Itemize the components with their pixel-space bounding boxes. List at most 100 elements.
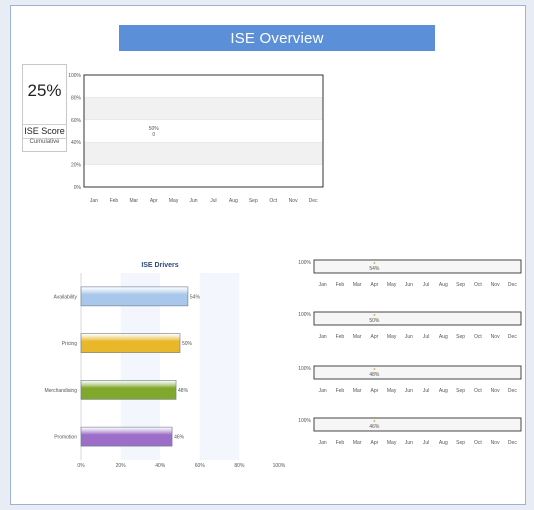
dashboard-frame: ISE Overview 25% ISE Score Cumulative 0%… — [10, 5, 526, 505]
x-tick-label: Jul — [423, 388, 429, 394]
x-tick-label: Mar — [129, 198, 138, 204]
promotion-trend-chart: 100% Jan Feb Mar Apr May Jun Jul Aug Sep Oct Nov Dec… — [298, 417, 522, 446]
value-label: 54% — [190, 294, 201, 300]
category-label: Pricing — [62, 341, 78, 347]
x-tick-label: Jul — [423, 282, 429, 288]
x-tick-label: Aug — [439, 388, 448, 394]
y-max-label: 100% — [298, 418, 311, 424]
grid-band — [239, 273, 279, 460]
grid-band — [84, 97, 323, 120]
x-tick-label: May — [387, 388, 397, 394]
data-label: 46% — [369, 424, 380, 430]
grid-band — [84, 142, 323, 165]
x-tick-label: Jan — [319, 388, 327, 394]
x-tick-label: May — [387, 282, 397, 288]
x-tick-label: May — [387, 334, 397, 340]
x-tick-label: Jun — [405, 334, 413, 340]
x-tick-label: Apr — [150, 198, 158, 204]
y-max-label: 100% — [298, 260, 311, 266]
x-tick-label: Mar — [353, 440, 362, 446]
category-label: Promotion — [54, 435, 77, 441]
x-tick-label: Nov — [491, 282, 500, 288]
x-tick-label: Dec — [508, 388, 517, 394]
x-tick-label: Oct — [269, 198, 277, 204]
chart-title: ISE Drivers — [141, 262, 178, 269]
x-tick-label: Jul — [423, 334, 429, 340]
x-tick-label: Sep — [456, 334, 465, 340]
data-point — [373, 314, 376, 316]
x-tick-label: Sep — [249, 198, 258, 204]
x-tick-label: Jan — [90, 198, 98, 204]
x-tick-label: Apr — [370, 282, 378, 288]
x-tick-label: Oct — [474, 334, 482, 340]
x-tick-label: 60% — [195, 463, 206, 469]
data-label: 50% — [369, 318, 380, 324]
value-label: 46% — [174, 435, 185, 441]
x-tick-label: Aug — [229, 198, 238, 204]
data-point — [373, 420, 376, 422]
bar-merchandising — [80, 380, 177, 400]
ise-score-trend-chart: 0% 20% 40% 60% 80% 100% Jan Feb Mar Apr May Jun Jul A… — [68, 73, 324, 204]
x-tick-label: 20% — [116, 463, 127, 469]
x-tick-label: Feb — [336, 388, 345, 394]
x-tick-label: Jun — [405, 440, 413, 446]
x-tick-label: Nov — [289, 198, 298, 204]
x-tick-label: 40% — [155, 463, 166, 469]
bar-availability — [80, 286, 189, 307]
x-tick-label: Dec — [508, 334, 517, 340]
x-tick-label: 80% — [234, 463, 245, 469]
x-tick-label: Jul — [210, 198, 216, 204]
grid-band — [199, 273, 240, 460]
x-tick-label: Feb — [336, 334, 345, 340]
x-tick-label: Nov — [491, 334, 500, 340]
y-tick-label: 20% — [71, 163, 82, 169]
plot-border — [313, 259, 522, 274]
grid-band — [84, 75, 323, 98]
x-tick-label: Jan — [319, 440, 327, 446]
ise-score-value: 25% — [27, 81, 62, 100]
ise-score-label: ISE Score — [23, 124, 66, 139]
plot-border — [313, 417, 522, 432]
x-tick-label: Dec — [309, 198, 318, 204]
x-tick-label: Jun — [190, 198, 198, 204]
value-label: 50% — [182, 341, 193, 347]
merchandising-trend-chart: 100% Jan Feb Mar Apr May Jun Jul Aug Sep Oct Nov Dec… — [298, 365, 522, 394]
x-tick-label: Mar — [353, 334, 362, 340]
x-tick-label: Apr — [370, 440, 378, 446]
x-tick-label: Feb — [110, 198, 119, 204]
grid-band — [84, 119, 323, 143]
x-tick-label: Sep — [456, 440, 465, 446]
x-tick-label: Jun — [405, 282, 413, 288]
x-tick-label: Apr — [370, 388, 378, 394]
availability-trend-chart: 100% Jan Feb Mar Apr May Jun Jul Aug Sep Oct Nov Dec… — [298, 259, 522, 288]
x-tick-label: Mar — [353, 388, 362, 394]
x-tick-label: Mar — [353, 282, 362, 288]
x-tick-label: Jul — [423, 440, 429, 446]
y-tick-label: 0% — [74, 185, 82, 191]
x-tick-label: Feb — [336, 282, 345, 288]
x-tick-label: Oct — [474, 282, 482, 288]
x-tick-label: 100% — [273, 463, 286, 469]
data-label: 54% — [369, 266, 380, 272]
x-tick-label: 0% — [77, 463, 85, 469]
x-tick-label: Nov — [491, 388, 500, 394]
x-tick-label: Aug — [439, 440, 448, 446]
bar-pricing — [80, 333, 181, 353]
x-tick-label: Oct — [474, 440, 482, 446]
data-label: 48% — [369, 372, 380, 378]
x-tick-label: Dec — [508, 282, 517, 288]
y-max-label: 100% — [298, 312, 311, 318]
x-tick-label: Jun — [405, 388, 413, 394]
y-tick-label: 80% — [71, 95, 82, 101]
page-title: ISE Overview — [119, 25, 435, 51]
pricing-trend-chart: 100% Jan Feb Mar Apr May Jun Jul Aug Sep Oct Nov Dec… — [298, 311, 522, 340]
x-tick-label: Feb — [336, 440, 345, 446]
grid-band — [84, 164, 323, 187]
value-label: 48% — [178, 388, 189, 394]
bar-promotion — [80, 426, 173, 447]
data-point — [373, 262, 376, 264]
category-label: Merchandising — [44, 388, 77, 394]
x-tick-label: Apr — [370, 334, 378, 340]
x-tick-label: May — [169, 198, 179, 204]
x-tick-label: Sep — [456, 388, 465, 394]
